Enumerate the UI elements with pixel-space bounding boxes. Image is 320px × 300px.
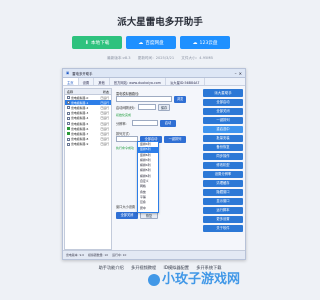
tool-button[interactable]: 批量安装 [203, 135, 243, 142]
arrange-dropdown[interactable]: 竖排4列 竖排5列 竖排6列 横排3列 横排4列 横排5列 横排6列 自定义 网… [137, 141, 159, 213]
tool-button[interactable]: 显示窗口 [203, 198, 243, 205]
tool-button[interactable]: 重启选中 [203, 126, 243, 133]
resolution-input[interactable] [132, 120, 158, 126]
browse-button[interactable]: 浏览 [174, 95, 186, 103]
tool-button[interactable]: 清理缓存 [203, 180, 243, 187]
tab-id[interactable]: 派大星ID:56B84A7 [166, 78, 205, 85]
tool-button[interactable]: 全部启动 [203, 99, 243, 106]
watermark-icon [148, 273, 160, 286]
tool-button[interactable]: 运行脚本 [203, 207, 243, 214]
list-item[interactable]: 雷电模拟器-0 已运行 [65, 95, 111, 100]
list-item[interactable]: 雷电模拟器-8 已运行 [65, 137, 111, 142]
close-all-button[interactable]: 全部关闭 [116, 212, 138, 219]
baidu-download-button[interactable]: ☁ 百度网盘 [126, 36, 176, 49]
local-download-button[interactable]: ⬇ 本地下载 [72, 36, 122, 49]
cloud-icon: ☁ [192, 39, 198, 46]
watermark: 小玫子游戏网 [148, 268, 240, 287]
arrange-select[interactable] [116, 136, 138, 142]
emulator-list: 名称 状态 雷电模拟器-0 已运行 雷电模拟器-1 已运行 雷电模拟器-2 已运行 雷电… [64, 88, 112, 250]
tool-button[interactable]: 设置分辨率 [203, 171, 243, 178]
checkbox[interactable] [67, 132, 70, 136]
list-item[interactable]: 雷电模拟器-6 已运行 [65, 126, 111, 131]
footer-link[interactable]: 助手功能介绍 [99, 265, 124, 270]
list-item[interactable]: 雷电模拟器-5 已运行 [65, 121, 111, 126]
result-message: 执行命令成功 [116, 146, 135, 150]
path-input[interactable] [116, 96, 172, 102]
checkbox[interactable] [67, 101, 70, 105]
download-icon: ⬇ [84, 39, 89, 46]
version-text: 最新版本:v8.3 [107, 56, 131, 60]
updated-text: 更新时间：2025/3/21 [137, 56, 175, 60]
tool-button[interactable]: 隐藏窗口 [203, 189, 243, 196]
tool-button[interactable]: 修改机型 [203, 162, 243, 169]
window-title: 雷电多开助手 [72, 71, 93, 76]
tab-website[interactable]: 官方网站: www.duokaiya.com [110, 78, 167, 85]
restore-button[interactable]: 恢复 [140, 212, 158, 219]
tool-button[interactable]: 同步操作 [203, 153, 243, 160]
size-text: 文件大小：4.95MB [181, 56, 213, 60]
checkbox[interactable] [67, 142, 70, 146]
list-item[interactable]: 雷电模拟器-1 已运行 [65, 100, 111, 106]
checkbox[interactable] [67, 96, 70, 100]
tool-button[interactable]: 关于软件 [203, 225, 243, 232]
tab-home[interactable]: 主页 [63, 78, 79, 85]
minimize-icon[interactable]: – [235, 71, 237, 76]
tab-other[interactable]: 其他 [94, 78, 110, 85]
tool-button[interactable]: 备份恢复 [203, 144, 243, 151]
checkbox[interactable] [67, 137, 70, 141]
tool-panel: 派大星助手 全部启动 全部关闭 一键排列 重启选中 批量安装 备份恢复 同步操作… [201, 88, 245, 250]
tool-button[interactable]: 全部关闭 [203, 108, 243, 115]
app-window: ▣ 雷电多开助手 – ✕ 主页 设置 其他 官方网站: www.duokaiya.… [62, 68, 246, 260]
page-title: 派大星雷电多开助手 [117, 17, 203, 28]
list-item[interactable]: 雷电模拟器-7 已运行 [65, 131, 111, 136]
checkbox[interactable] [67, 106, 70, 110]
resolution-label: 分辨率: [116, 122, 127, 126]
meta-info: 最新版本:v8.3 更新时间：2025/3/21 文件大小：4.95MB [0, 56, 320, 61]
tool-button[interactable]: 一键排列 [203, 117, 243, 124]
cloud-icon: ☁ [138, 39, 144, 46]
checkbox[interactable] [67, 122, 70, 126]
list-item[interactable]: 雷电模拟器-4 已运行 [65, 116, 111, 121]
window-tabs: 主页 设置 其他 官方网站: www.duokaiya.com 派大星ID:56… [63, 78, 245, 86]
close-icon[interactable]: ✕ [239, 71, 242, 76]
interval-label: 启动间隔(秒): [116, 106, 136, 110]
app-icon: ▣ [66, 71, 70, 75]
status-bar: 雷电版本: 9.0 模拟器数量: 10 运行中: 10 [63, 250, 245, 259]
window-titlebar: ▣ 雷电多开助手 – ✕ [63, 69, 245, 78]
tab-settings[interactable]: 设置 [79, 78, 95, 85]
arrange-button[interactable]: 一键排列 [164, 135, 186, 143]
dropdown-option[interactable]: 居中 [138, 206, 158, 211]
tool-button[interactable]: 更多设置 [203, 216, 243, 223]
123pan-download-button[interactable]: ☁ 123云盘 [180, 36, 230, 49]
status-message: 初始化完成 [116, 113, 132, 117]
start-button[interactable]: 启动 [160, 119, 176, 127]
list-item[interactable]: 雷电模拟器-2 已运行 [65, 105, 111, 110]
brand-logo: 派大星助手 [203, 89, 243, 97]
checkbox[interactable] [67, 116, 70, 120]
window-size-label: 窗口大小设置 [116, 205, 136, 209]
checkbox[interactable] [67, 111, 70, 115]
save-button[interactable]: 保存 [158, 103, 170, 111]
list-item[interactable]: 雷电模拟器-9 已运行 [65, 142, 111, 147]
checkbox[interactable] [67, 127, 70, 131]
interval-input[interactable] [138, 104, 156, 110]
list-item[interactable]: 雷电模拟器-3 已运行 [65, 111, 111, 116]
